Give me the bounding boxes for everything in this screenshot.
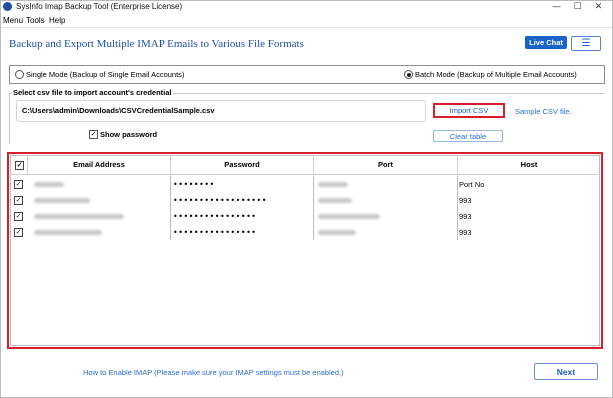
redacted-port <box>318 197 352 203</box>
column-header-host[interactable]: Host <box>458 155 600 175</box>
app-logo-icon <box>3 2 12 11</box>
table-row[interactable]: ✓ •••••••• Port No <box>11 176 599 192</box>
table-row[interactable]: ✓ •••••••••••••••• 993 <box>11 208 599 224</box>
menu-bar: Menu Tools Help <box>0 15 613 28</box>
row-checkbox[interactable]: ✓ <box>14 180 23 189</box>
redacted-port <box>318 229 356 235</box>
csv-path-field[interactable]: C:\Users\admin\Downloads\CSVCredentialSa… <box>16 100 426 122</box>
menu-item-menu[interactable]: Menu <box>3 16 23 25</box>
email-cell <box>28 208 171 224</box>
live-chat-button[interactable]: Live Chat <box>525 36 567 49</box>
page-headline: Backup and Export Multiple IMAP Emails t… <box>9 38 304 50</box>
port-cell <box>314 176 458 192</box>
menu-item-tools[interactable]: Tools <box>26 16 45 25</box>
batch-mode-radio[interactable] <box>404 70 413 79</box>
redacted-port <box>318 181 348 187</box>
window-controls: — ☐ ✕ <box>546 0 609 13</box>
column-header-email[interactable]: Email Address <box>28 155 171 175</box>
next-button[interactable]: Next <box>534 363 598 380</box>
select-all-header: ✓ <box>10 155 28 175</box>
show-password-checkbox[interactable]: ✓ <box>89 130 98 139</box>
host-cell: Port No <box>459 179 485 189</box>
redacted-email <box>34 181 64 187</box>
port-cell <box>314 192 458 208</box>
password-cell: •••••••• <box>171 176 314 192</box>
row-checkbox[interactable]: ✓ <box>14 196 23 205</box>
email-cell <box>28 224 171 240</box>
password-cell: •••••••••••••••• <box>171 208 314 224</box>
clear-table-button[interactable]: Clear table <box>433 130 503 142</box>
email-cell <box>28 192 171 208</box>
maximize-button[interactable]: ☐ <box>567 0 588 13</box>
import-csv-button[interactable]: Import CSV <box>433 103 505 118</box>
password-cell: •••••••••••••••• <box>171 224 314 240</box>
email-cell <box>28 176 171 192</box>
column-header-port[interactable]: Port <box>314 155 458 175</box>
port-cell <box>314 224 458 240</box>
enable-imap-help-link[interactable]: How to Enable IMAP (Please make sure you… <box>83 368 344 377</box>
select-all-checkbox[interactable]: ✓ <box>15 161 24 170</box>
window-title: SysInfo Imap Backup Tool (Enterprise Lic… <box>16 2 183 11</box>
close-button[interactable]: ✕ <box>588 0 609 13</box>
table-row[interactable]: ✓ •••••••••••••••••• 993 <box>11 192 599 208</box>
single-mode-radio[interactable] <box>15 70 24 79</box>
single-mode-label[interactable]: Single Mode (Backup of Single Email Acco… <box>26 70 184 79</box>
redacted-email <box>34 197 90 203</box>
redacted-email <box>34 229 102 235</box>
minimize-button[interactable]: — <box>546 0 567 13</box>
host-cell: 993 <box>459 195 472 205</box>
host-cell: 993 <box>459 211 472 221</box>
password-cell: •••••••••••••••••• <box>171 192 314 208</box>
row-checkbox[interactable]: ✓ <box>14 212 23 221</box>
host-cell: 993 <box>459 227 472 237</box>
mode-selector: Single Mode (Backup of Single Email Acco… <box>9 65 605 84</box>
sample-csv-link[interactable]: Sample CSV file. <box>515 107 572 116</box>
csv-group-caption: Select csv file to import account's cred… <box>12 88 173 97</box>
batch-mode-label[interactable]: Batch Mode (Backup of Multiple Email Acc… <box>415 70 577 79</box>
table-row[interactable]: ✓ •••••••••••••••• 993 <box>11 224 599 240</box>
title-bar: SysInfo Imap Backup Tool (Enterprise Lic… <box>0 0 613 14</box>
row-checkbox[interactable]: ✓ <box>14 228 23 237</box>
column-header-password[interactable]: Password <box>171 155 314 175</box>
redacted-email <box>34 213 124 219</box>
menu-item-help[interactable]: Help <box>49 16 65 25</box>
csv-path-value: C:\Users\admin\Downloads\CSVCredentialSa… <box>22 106 215 115</box>
hamburger-menu-icon[interactable]: ☰ <box>571 36 601 51</box>
show-password-label[interactable]: Show password <box>100 130 157 139</box>
redacted-port <box>318 213 380 219</box>
port-cell <box>314 208 458 224</box>
